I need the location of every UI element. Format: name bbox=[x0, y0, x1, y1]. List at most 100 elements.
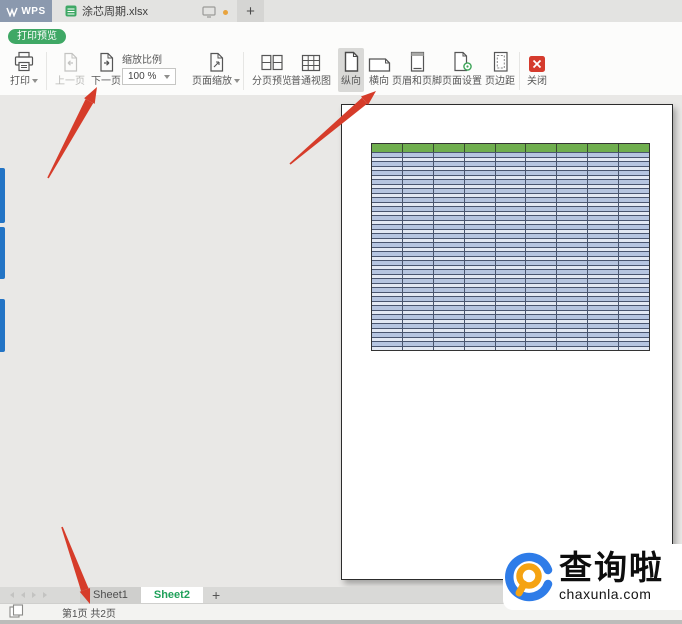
preview-table-row bbox=[372, 211, 649, 215]
preview-table-row bbox=[372, 238, 649, 242]
preview-table-row bbox=[372, 314, 649, 319]
page-margins-button[interactable]: 页边距 bbox=[484, 48, 516, 92]
page-setup-button[interactable]: 页面设置 bbox=[440, 48, 484, 92]
sheet-nav-controls bbox=[0, 587, 80, 603]
preview-table-row bbox=[372, 170, 649, 175]
preview-table bbox=[371, 143, 650, 351]
preview-table-row bbox=[372, 332, 649, 337]
preview-table-row bbox=[372, 215, 649, 220]
left-dock-bar bbox=[0, 227, 5, 279]
preview-table-row bbox=[372, 292, 649, 296]
header-footer-label: 页眉和页脚 bbox=[392, 76, 442, 87]
print-button[interactable]: 打印 bbox=[6, 48, 42, 92]
close-preview-button[interactable]: 关闭 bbox=[524, 48, 550, 92]
spreadsheet-icon bbox=[65, 5, 77, 17]
document-tab[interactable]: 涂芯周期.xlsx bbox=[55, 0, 158, 22]
zoom-ratio-select[interactable]: 100 % bbox=[122, 68, 176, 85]
left-dock-bar bbox=[0, 168, 5, 223]
wps-logo-icon bbox=[6, 7, 19, 17]
print-label: 打印 bbox=[10, 76, 30, 87]
page-margins-icon bbox=[484, 48, 516, 73]
toolbar-separator bbox=[243, 52, 244, 90]
prev-sheet-icon[interactable] bbox=[21, 592, 25, 598]
preview-table-row bbox=[372, 251, 649, 256]
printer-icon bbox=[6, 48, 42, 73]
watermark: 查询啦 chaxunla.com bbox=[503, 544, 682, 610]
record-dot-icon bbox=[223, 10, 228, 15]
chevron-down-icon bbox=[32, 79, 38, 83]
page-zoom-icon bbox=[190, 48, 242, 73]
next-page-button[interactable]: 下一页 bbox=[88, 48, 124, 92]
preview-table-row bbox=[372, 206, 649, 211]
page-zoom-button[interactable]: 页面缩放 bbox=[190, 48, 242, 92]
preview-table-row bbox=[372, 247, 649, 251]
portrait-page-icon bbox=[338, 48, 364, 73]
header-footer-icon bbox=[392, 48, 442, 73]
page-zoom-label: 页面缩放 bbox=[192, 76, 232, 87]
preview-table-row bbox=[372, 188, 649, 193]
preview-table-row bbox=[372, 305, 649, 310]
preview-table-row bbox=[372, 260, 649, 265]
preview-table-row bbox=[372, 319, 649, 323]
preview-table-row bbox=[372, 193, 649, 197]
title-bar: WPS 涂芯周期.xlsx + bbox=[0, 0, 682, 23]
page-setup-label: 页面设置 bbox=[442, 76, 482, 87]
sheet-tab-sheet2[interactable]: Sheet2 bbox=[140, 587, 203, 603]
preview-table-row bbox=[372, 202, 649, 206]
portrait-orientation-button[interactable]: 纵向 bbox=[338, 48, 364, 92]
preview-table-row bbox=[372, 265, 649, 269]
previous-page-icon bbox=[52, 48, 88, 73]
wps-menu-button[interactable]: WPS bbox=[0, 0, 52, 22]
preview-table-row bbox=[372, 175, 649, 179]
header-footer-button[interactable]: 页眉和页脚 bbox=[392, 48, 442, 92]
previous-page-label: 上一页 bbox=[55, 76, 85, 87]
document-title: 涂芯周期.xlsx bbox=[82, 6, 148, 18]
page-setup-icon bbox=[440, 48, 484, 73]
preview-table-row bbox=[372, 323, 649, 328]
preview-table-row bbox=[372, 229, 649, 233]
chevron-down-icon bbox=[164, 74, 170, 79]
preview-table-row bbox=[372, 161, 649, 166]
next-sheet-icon[interactable] bbox=[32, 592, 36, 598]
landscape-label: 横向 bbox=[369, 76, 389, 87]
last-sheet-icon[interactable] bbox=[43, 592, 47, 598]
preview-table-row bbox=[372, 157, 649, 161]
monitor-icon[interactable] bbox=[202, 5, 216, 23]
preview-table-row bbox=[372, 328, 649, 332]
sheet1-label: Sheet1 bbox=[93, 589, 128, 601]
toolbar-separator bbox=[519, 52, 520, 90]
preview-table-row bbox=[372, 341, 649, 346]
preview-table-row bbox=[372, 346, 649, 350]
normal-view-icon bbox=[287, 48, 335, 73]
bottom-strip bbox=[0, 620, 682, 624]
watermark-title: 查询啦 bbox=[559, 551, 664, 587]
landscape-orientation-button[interactable]: 横向 bbox=[365, 48, 393, 92]
print-preview-badge: 打印预览 bbox=[8, 29, 66, 44]
preview-table-header bbox=[372, 144, 649, 152]
add-sheet-button[interactable]: + bbox=[203, 587, 229, 603]
preview-table-row bbox=[372, 256, 649, 260]
preview-table-row bbox=[372, 220, 649, 224]
preview-canvas: 查询啦 chaxunla.com bbox=[0, 95, 682, 610]
watermark-domain: chaxunla.com bbox=[559, 586, 652, 602]
sheet-tab-sheet1[interactable]: Sheet1 bbox=[80, 587, 141, 603]
next-page-label: 下一页 bbox=[91, 76, 121, 87]
preview-table-row bbox=[372, 166, 649, 170]
chaxunla-logo-icon bbox=[505, 552, 553, 602]
normal-view-button[interactable]: 普通视图 bbox=[287, 48, 335, 92]
first-sheet-icon[interactable] bbox=[10, 592, 14, 598]
wps-app-name: WPS bbox=[21, 5, 46, 17]
preview-table-row bbox=[372, 274, 649, 278]
preview-table-row bbox=[372, 197, 649, 202]
preview-table-row bbox=[372, 278, 649, 283]
new-tab-button[interactable]: + bbox=[237, 0, 264, 22]
add-sheet-label: + bbox=[211, 587, 221, 603]
preview-table-row bbox=[372, 184, 649, 188]
preview-table-row bbox=[372, 269, 649, 274]
preview-table-row bbox=[372, 224, 649, 229]
preview-table-row bbox=[372, 152, 649, 157]
previous-page-button[interactable]: 上一页 bbox=[52, 48, 88, 92]
normal-view-label: 普通视图 bbox=[291, 76, 331, 87]
toolbar-separator bbox=[46, 52, 47, 90]
zoom-ratio-value: 100 % bbox=[128, 71, 157, 82]
